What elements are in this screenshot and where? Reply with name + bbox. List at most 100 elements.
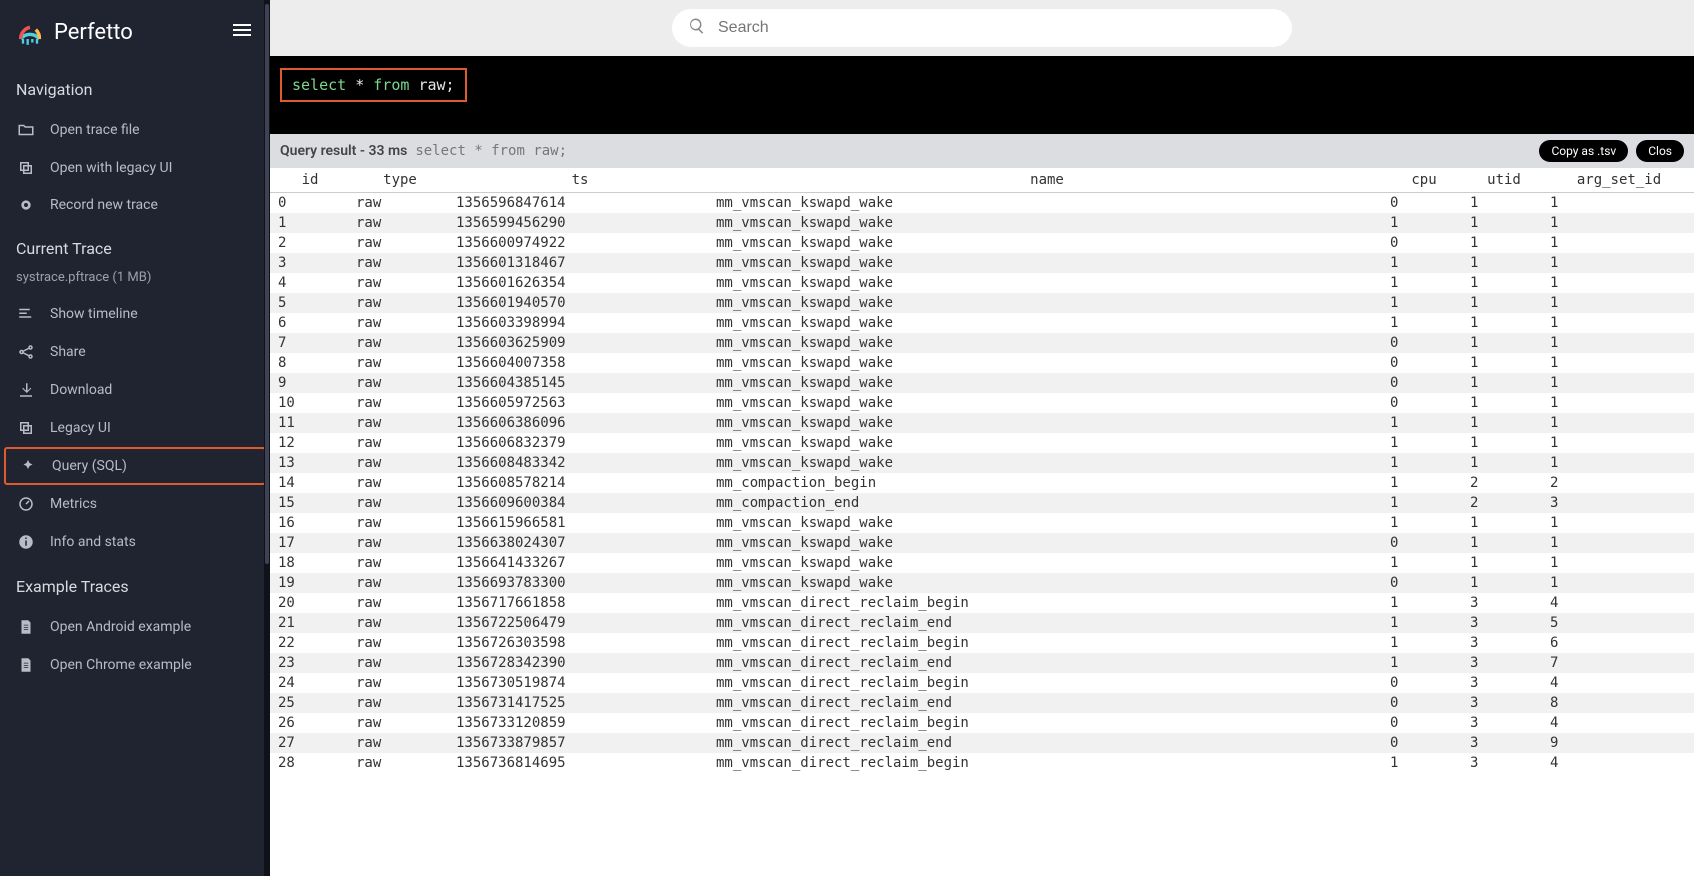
- sidebar-item-metrics[interactable]: Metrics: [0, 485, 270, 523]
- table-cell: 8: [270, 353, 350, 373]
- table-cell: 1: [1544, 373, 1694, 393]
- sidebar-item-label: Open trace file: [50, 122, 140, 138]
- table-cell: raw: [350, 593, 450, 613]
- table-cell: 1: [1544, 533, 1694, 553]
- table-row[interactable]: 11raw1356606386096mm_vmscan_kswapd_wake1…: [270, 413, 1694, 433]
- table-cell: 8: [1544, 693, 1694, 713]
- sidebar-item-show-timeline[interactable]: Show timeline: [0, 295, 270, 333]
- table-row[interactable]: 20raw1356717661858mm_vmscan_direct_recla…: [270, 593, 1694, 613]
- table-cell: 0: [1384, 233, 1464, 253]
- table-row[interactable]: 2raw1356600974922mm_vmscan_kswapd_wake01…: [270, 233, 1694, 253]
- column-header-cpu[interactable]: cpu: [1384, 168, 1464, 193]
- sidebar-scrollbar[interactable]: [264, 0, 270, 876]
- table-row[interactable]: 3raw1356601318467mm_vmscan_kswapd_wake11…: [270, 253, 1694, 273]
- sidebar-item-open-android-example[interactable]: Open Android example: [0, 608, 270, 646]
- table-row[interactable]: 12raw1356606832379mm_vmscan_kswapd_wake1…: [270, 433, 1694, 453]
- table-row[interactable]: 5raw1356601940570mm_vmscan_kswapd_wake11…: [270, 293, 1694, 313]
- search-input[interactable]: [718, 19, 1276, 37]
- column-header-id[interactable]: id: [270, 168, 350, 193]
- copy-tsv-button[interactable]: Copy as .tsv: [1539, 140, 1628, 162]
- table-cell: 1356641433267: [450, 553, 710, 573]
- table-cell: 1356601940570: [450, 293, 710, 313]
- table-cell: raw: [350, 533, 450, 553]
- sidebar-item-open-chrome-example[interactable]: Open Chrome example: [0, 646, 270, 684]
- table-cell: 1: [1544, 313, 1694, 333]
- table-row[interactable]: 23raw1356728342390mm_vmscan_direct_recla…: [270, 653, 1694, 673]
- table-cell: 1356605972563: [450, 393, 710, 413]
- logo[interactable]: Perfetto: [16, 18, 133, 46]
- table-row[interactable]: 15raw1356609600384mm_compaction_end123: [270, 493, 1694, 513]
- table-cell: 1: [1384, 453, 1464, 473]
- sidebar-item-label: Open with legacy UI: [50, 160, 172, 176]
- table-cell: 1356604007358: [450, 353, 710, 373]
- sidebar-scrollbar-thumb[interactable]: [265, 4, 269, 564]
- column-header-ts[interactable]: ts: [450, 168, 710, 193]
- sidebar-item-open-trace-file[interactable]: Open trace file: [0, 111, 270, 149]
- sidebar-item-query-sql[interactable]: Query (SQL): [4, 447, 266, 485]
- table-cell: 1: [1384, 433, 1464, 453]
- section-title-current-trace: Current Trace: [0, 223, 270, 270]
- table-row[interactable]: 22raw1356726303598mm_vmscan_direct_recla…: [270, 633, 1694, 653]
- table-row[interactable]: 26raw1356733120859mm_vmscan_direct_recla…: [270, 713, 1694, 733]
- table-row[interactable]: 9raw1356604385145mm_vmscan_kswapd_wake01…: [270, 373, 1694, 393]
- sidebar-item-share[interactable]: Share: [0, 333, 270, 371]
- sql-query-text: select * from raw;: [280, 68, 467, 102]
- sidebar-item-info-stats[interactable]: Info and stats: [0, 523, 270, 561]
- table-row[interactable]: 14raw1356608578214mm_compaction_begin122: [270, 473, 1694, 493]
- table-cell: mm_vmscan_kswapd_wake: [710, 213, 1384, 233]
- search-wrap[interactable]: [672, 9, 1292, 47]
- table-cell: mm_vmscan_kswapd_wake: [710, 373, 1384, 393]
- main-content: select * from raw; Query result - 33 ms …: [270, 0, 1694, 876]
- table-row[interactable]: 25raw1356731417525mm_vmscan_direct_recla…: [270, 693, 1694, 713]
- table-cell: 3: [1464, 673, 1544, 693]
- table-cell: 3: [1464, 653, 1544, 673]
- table-row[interactable]: 1raw1356599456290mm_vmscan_kswapd_wake11…: [270, 213, 1694, 233]
- results-table-wrap[interactable]: idtypetsnamecpuutidarg_set_id 0raw135659…: [270, 168, 1694, 876]
- table-cell: mm_vmscan_direct_reclaim_begin: [710, 753, 1384, 773]
- table-row[interactable]: 0raw1356596847614mm_vmscan_kswapd_wake01…: [270, 193, 1694, 214]
- sql-editor[interactable]: select * from raw;: [270, 56, 1694, 134]
- sidebar-item-open-legacy-ui[interactable]: Open with legacy UI: [0, 149, 270, 187]
- table-row[interactable]: 19raw1356693783300mm_vmscan_kswapd_wake0…: [270, 573, 1694, 593]
- sidebar-item-label: Query (SQL): [52, 458, 127, 474]
- table-row[interactable]: 6raw1356603398994mm_vmscan_kswapd_wake11…: [270, 313, 1694, 333]
- sidebar-item-download[interactable]: Download: [0, 371, 270, 409]
- sidebar-item-record-new-trace[interactable]: Record new trace: [0, 187, 270, 223]
- table-row[interactable]: 17raw1356638024307mm_vmscan_kswapd_wake0…: [270, 533, 1694, 553]
- column-header-utid[interactable]: utid: [1464, 168, 1544, 193]
- close-button[interactable]: Clos: [1636, 140, 1684, 162]
- table-cell: 1: [1384, 413, 1464, 433]
- table-row[interactable]: 7raw1356603625909mm_vmscan_kswapd_wake01…: [270, 333, 1694, 353]
- table-row[interactable]: 27raw1356733879857mm_vmscan_direct_recla…: [270, 733, 1694, 753]
- table-cell: raw: [350, 673, 450, 693]
- table-cell: 1356615966581: [450, 513, 710, 533]
- table-cell: 1356596847614: [450, 193, 710, 214]
- table-cell: 13: [270, 453, 350, 473]
- table-cell: 1: [1464, 373, 1544, 393]
- column-header-type[interactable]: type: [350, 168, 450, 193]
- table-cell: 1356601318467: [450, 253, 710, 273]
- table-cell: 0: [1384, 713, 1464, 733]
- table-cell: 1: [1464, 513, 1544, 533]
- table-row[interactable]: 4raw1356601626354mm_vmscan_kswapd_wake11…: [270, 273, 1694, 293]
- table-cell: 0: [1384, 673, 1464, 693]
- table-row[interactable]: 18raw1356641433267mm_vmscan_kswapd_wake1…: [270, 553, 1694, 573]
- table-cell: 3: [1464, 593, 1544, 613]
- table-cell: 6: [1544, 633, 1694, 653]
- table-row[interactable]: 24raw1356730519874mm_vmscan_direct_recla…: [270, 673, 1694, 693]
- table-row[interactable]: 8raw1356604007358mm_vmscan_kswapd_wake01…: [270, 353, 1694, 373]
- table-cell: raw: [350, 713, 450, 733]
- table-row[interactable]: 21raw1356722506479mm_vmscan_direct_recla…: [270, 613, 1694, 633]
- table-cell: 3: [1464, 613, 1544, 633]
- column-header-arg_set_id[interactable]: arg_set_id: [1544, 168, 1694, 193]
- column-header-name[interactable]: name: [710, 168, 1384, 193]
- table-cell: 1: [1384, 513, 1464, 533]
- menu-toggle-button[interactable]: [230, 18, 254, 46]
- table-cell: 1: [1544, 233, 1694, 253]
- table-row[interactable]: 28raw1356736814695mm_vmscan_direct_recla…: [270, 753, 1694, 773]
- table-row[interactable]: 13raw1356608483342mm_vmscan_kswapd_wake1…: [270, 453, 1694, 473]
- timeline-icon: [16, 305, 36, 323]
- table-row[interactable]: 10raw1356605972563mm_vmscan_kswapd_wake0…: [270, 393, 1694, 413]
- sidebar-item-legacy-ui[interactable]: Legacy UI: [0, 409, 270, 447]
- table-row[interactable]: 16raw1356615966581mm_vmscan_kswapd_wake1…: [270, 513, 1694, 533]
